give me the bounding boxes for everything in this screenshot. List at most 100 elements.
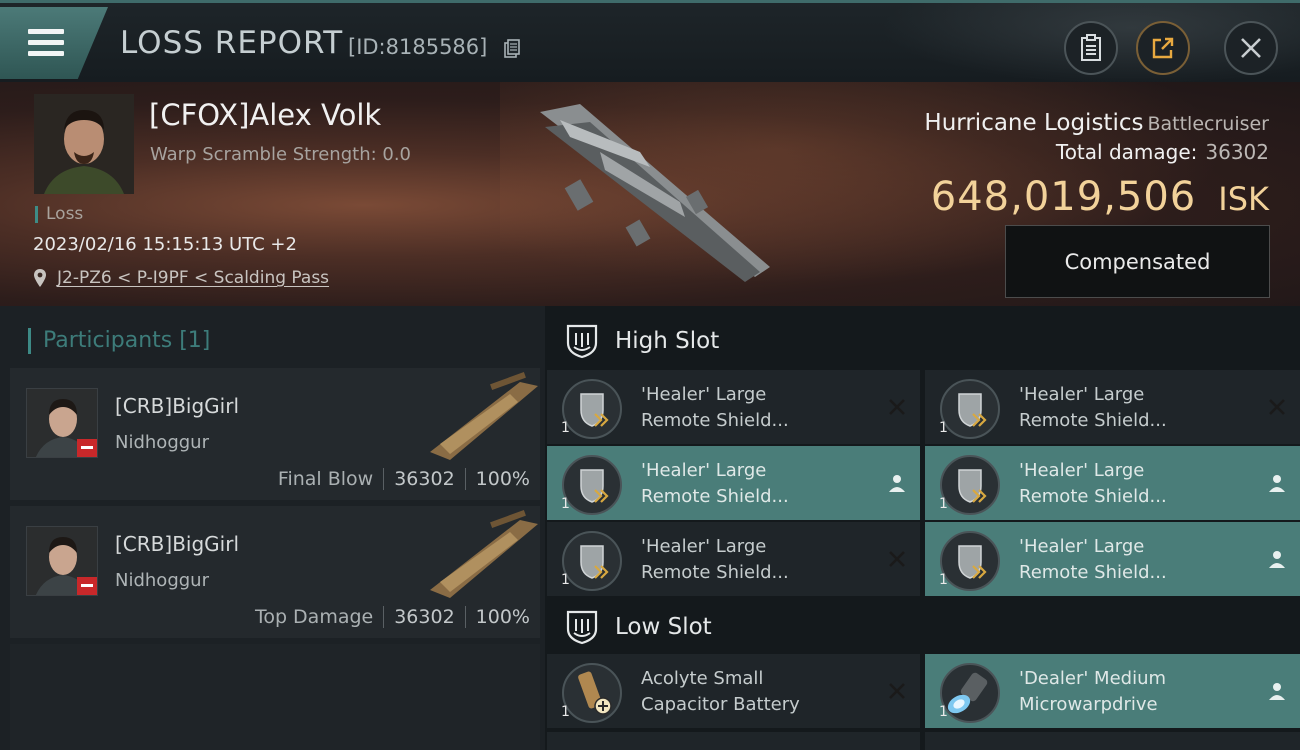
person-icon: [889, 475, 905, 492]
isk-amount: 648,019,506: [930, 174, 1197, 220]
participant-ship-image: [430, 510, 538, 598]
copy-icon[interactable]: [504, 39, 520, 59]
isk-value: 648,019,506 ISK: [931, 174, 1269, 220]
location-link[interactable]: J2-PZ6 < P-I9PF < Scalding Pass: [33, 268, 329, 288]
module-name: 'Healer' Large Remote Shield...: [641, 460, 789, 507]
participants-panel: Participants [1] [CRB]BigGirl Nidhoggur …: [0, 306, 545, 750]
ship-class: Battlecruiser: [1147, 113, 1269, 135]
location-pin-icon: [34, 269, 46, 287]
participant-stats: Top Damage 36302 100%: [255, 606, 530, 628]
share-icon: [1152, 37, 1174, 59]
hamburger-icon: [28, 29, 64, 57]
participant-percent: 100%: [475, 468, 530, 490]
module-qty: 1: [939, 496, 948, 512]
participant-ship: Nidhoggur: [115, 570, 209, 591]
participant-card[interactable]: [CRB]BigGirl Nidhoggur Top Damage 36302 …: [10, 506, 540, 638]
participant-damage: 36302: [394, 606, 455, 628]
participant-ship-image: [430, 372, 538, 460]
shield-module-icon: [562, 455, 622, 515]
compensated-button[interactable]: Compensated: [1005, 225, 1270, 298]
module-item[interactable]: 1 'Healer' Large Remote Shield...: [547, 446, 920, 520]
destroyed-icon: [889, 683, 905, 699]
report-id: [ID:8185586]: [348, 35, 488, 59]
loss-datetime: 2023/02/16 15:15:13 UTC +2: [33, 234, 297, 255]
ship-type: Hurricane Logistics Battlecruiser: [924, 110, 1269, 136]
shield-module-icon: [562, 379, 622, 439]
participants-title: Participants [1]: [28, 328, 210, 354]
header-bar: LOSS REPORT [ID:8185586]: [0, 0, 1300, 85]
high-slot-label: High Slot: [615, 328, 720, 354]
person-icon: [1269, 551, 1285, 568]
module-qty: 1: [939, 704, 948, 720]
module-name: 'Dealer' Medium Microwarpdrive: [1019, 668, 1167, 715]
participant-card[interactable]: [CRB]BigGirl Nidhoggur Final Blow 36302 …: [10, 368, 540, 500]
person-icon: [1269, 475, 1285, 492]
shield-module-icon: [562, 531, 622, 591]
share-button[interactable]: [1136, 21, 1190, 75]
low-slot-label: Low Slot: [615, 614, 712, 640]
participants-empty-area: [10, 644, 540, 750]
module-name: 'Healer' Large Remote Shield...: [1019, 460, 1167, 507]
participant-name[interactable]: [CRB]BigGirl: [115, 394, 239, 418]
clipboard-button[interactable]: [1064, 21, 1118, 75]
participant-avatar: [26, 388, 98, 458]
module-item[interactable]: 1 'Healer' Large Remote Shield...: [925, 370, 1300, 444]
loss-tag: Loss: [35, 206, 83, 223]
menu-button[interactable]: [0, 7, 108, 79]
module-qty: 1: [561, 572, 570, 588]
module-item-partial[interactable]: [547, 732, 920, 750]
capacitor-battery-icon: [562, 663, 622, 723]
participant-ship: Nidhoggur: [115, 432, 209, 453]
module-name: 'Healer' Large Remote Shield...: [641, 536, 789, 583]
module-qty: 1: [561, 704, 570, 720]
participant-role: Top Damage: [254, 606, 374, 628]
victim-name[interactable]: [CFOX]Alex Volk: [149, 98, 381, 132]
shield-module-icon: [940, 379, 1000, 439]
victim-avatar[interactable]: [34, 94, 134, 194]
ship-image: [540, 104, 770, 282]
module-qty: 1: [561, 496, 570, 512]
high-slot-icon: [566, 324, 598, 359]
module-item[interactable]: 1 'Dealer' Medium Microwarpdrive: [925, 654, 1300, 728]
warp-scramble-strength: Warp Scramble Strength: 0.0: [150, 144, 412, 165]
module-item[interactable]: 1 'Healer' Large Remote Shield...: [925, 446, 1300, 520]
module-item[interactable]: 1 'Healer' Large Remote Shield...: [547, 370, 920, 444]
microwarpdrive-icon: [940, 663, 1000, 723]
low-slot-header: Low Slot: [545, 596, 1300, 658]
shield-module-icon: [940, 531, 1000, 591]
participant-stats: Final Blow 36302 100%: [278, 468, 530, 490]
victim-banner: [CFOX]Alex Volk Warp Scramble Strength: …: [0, 82, 1300, 306]
page-title: LOSS REPORT: [120, 25, 344, 61]
high-slot-header: High Slot: [545, 310, 1300, 372]
participant-role: Final Blow: [277, 468, 374, 490]
total-damage-value: 36302: [1205, 140, 1269, 164]
low-slot-icon: [566, 610, 598, 645]
module-qty: 1: [939, 420, 948, 436]
destroyed-icon: [889, 399, 905, 415]
module-name: Acolyte Small Capacitor Battery: [641, 668, 800, 715]
shield-module-icon: [940, 455, 1000, 515]
person-icon: [1269, 683, 1285, 700]
module-name: 'Healer' Large Remote Shield...: [1019, 536, 1167, 583]
module-item[interactable]: 1 'Healer' Large Remote Shield...: [925, 522, 1300, 596]
module-item[interactable]: 1 'Healer' Large Remote Shield...: [547, 522, 920, 596]
total-damage: Total damage: 36302: [1056, 140, 1269, 164]
module-qty: 1: [561, 420, 570, 436]
isk-unit: ISK: [1218, 180, 1269, 218]
fitting-panel: High Slot 1 'Healer' Large Remote Shield.…: [545, 306, 1300, 750]
ship-name[interactable]: Hurricane Logistics: [924, 110, 1143, 136]
total-damage-label: Total damage:: [1055, 140, 1198, 164]
module-qty: 1: [939, 572, 948, 588]
participant-damage: 36302: [394, 468, 455, 490]
module-name: 'Healer' Large Remote Shield...: [641, 384, 789, 431]
destroyed-icon: [1269, 399, 1285, 415]
module-item[interactable]: 1 Acolyte Small Capacitor Battery: [547, 654, 920, 728]
destroyed-icon: [889, 551, 905, 567]
module-item-partial[interactable]: [925, 732, 1300, 750]
participant-name[interactable]: [CRB]BigGirl: [115, 532, 239, 556]
module-name: 'Healer' Large Remote Shield...: [1019, 384, 1167, 431]
participant-avatar: [26, 526, 98, 596]
close-button[interactable]: [1224, 21, 1278, 75]
participant-percent: 100%: [475, 606, 530, 628]
clipboard-icon: [1081, 34, 1101, 61]
